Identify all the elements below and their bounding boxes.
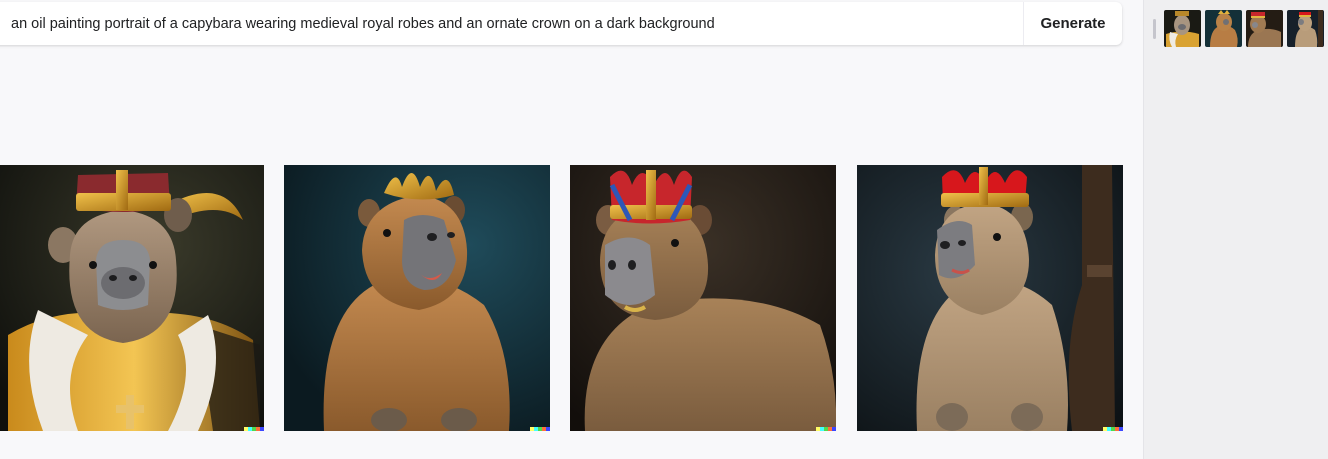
capybara-portrait-image xyxy=(857,165,1123,431)
history-scroll-handle[interactable] xyxy=(1153,19,1156,39)
capybara-portrait-image xyxy=(570,165,836,431)
dalle-signature xyxy=(530,427,550,431)
result-image-1[interactable] xyxy=(0,165,264,431)
capybara-portrait-image xyxy=(284,165,550,431)
generate-button[interactable]: Generate xyxy=(1023,2,1122,45)
dalle-signature xyxy=(244,427,264,431)
history-thumb-1[interactable] xyxy=(1164,10,1201,47)
thumbnail-image xyxy=(1287,10,1324,47)
history-thumb-2[interactable] xyxy=(1205,10,1242,47)
result-image-4[interactable] xyxy=(857,165,1123,431)
dalle-signature xyxy=(1103,427,1123,431)
history-sidebar xyxy=(1143,0,1328,459)
result-image-2[interactable] xyxy=(284,165,550,431)
result-image-3[interactable] xyxy=(570,165,836,431)
thumbnail-image xyxy=(1205,10,1242,47)
history-thumb-4[interactable] xyxy=(1287,10,1324,47)
thumbnail-image xyxy=(1164,10,1201,47)
dalle-signature xyxy=(816,427,836,431)
main-canvas: an oil painting portrait of a capybara w… xyxy=(0,0,1143,459)
prompt-bar: an oil painting portrait of a capybara w… xyxy=(0,2,1122,45)
prompt-input[interactable]: an oil painting portrait of a capybara w… xyxy=(0,2,1023,45)
capybara-portrait-image xyxy=(0,165,264,431)
history-thumb-3[interactable] xyxy=(1246,10,1283,47)
thumbnail-image xyxy=(1246,10,1283,47)
